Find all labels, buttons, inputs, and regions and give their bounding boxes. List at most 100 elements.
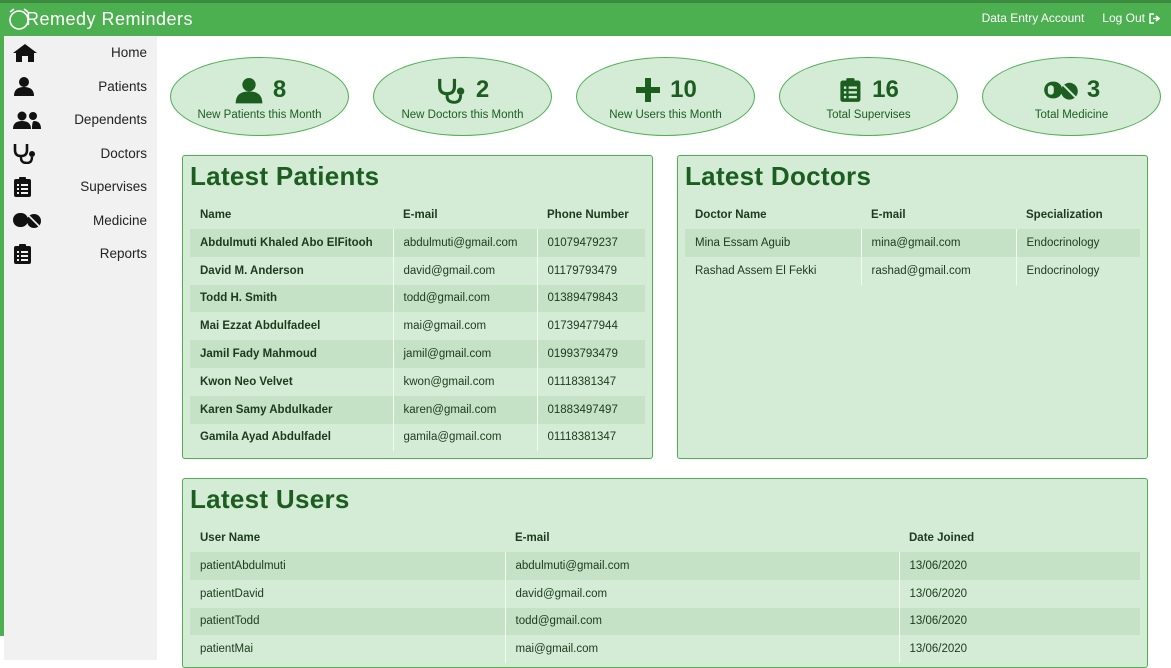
- patient-email: jamil@gmail.com: [393, 340, 538, 368]
- user-name: patientAbdulmuti: [190, 552, 506, 580]
- user-icon: [12, 74, 42, 98]
- table-row[interactable]: patientMai mai@gmail.com 13/06/2020: [190, 635, 1140, 664]
- table-row[interactable]: Kwon Neo Velvet kwon@gmail.com 01118381347: [190, 367, 645, 396]
- doctor-specialization: Endocrinology: [1026, 264, 1100, 277]
- stethoscope-icon: [437, 78, 465, 104]
- doctor-name: Mina Essam Aguib: [685, 229, 862, 257]
- patient-email: karen@gmail.com: [393, 395, 538, 424]
- sidebar-item-reports[interactable]: Reports: [4, 237, 157, 271]
- table-row[interactable]: Todd H. Smith todd@gmail.com 01389479843: [190, 284, 645, 313]
- stat-caption: New Doctors this Month: [401, 108, 524, 121]
- sidebar-item-supervises[interactable]: Supervises: [4, 170, 157, 204]
- stethoscope-icon: [12, 141, 42, 165]
- doctor-name: Rashad Assem El Fekki: [685, 256, 862, 285]
- sign-out-icon: [1149, 12, 1161, 24]
- column-header[interactable]: User Name: [190, 524, 505, 552]
- patient-name: Mai Ezzat Abdulfadeel: [190, 312, 394, 341]
- user-name: patientMai: [190, 635, 506, 664]
- doctor-email: mina@gmail.com: [861, 229, 1017, 257]
- stat-new-users[interactable]: 10 New Users this Month: [576, 57, 755, 136]
- patient-phone: 01883497497: [537, 395, 645, 424]
- panel-title: Latest Doctors: [685, 161, 872, 191]
- column-header[interactable]: Name: [190, 201, 393, 229]
- logout-label: Log Out: [1102, 11, 1145, 25]
- sidebar-item-patients[interactable]: Patients: [4, 70, 157, 104]
- sidebar-item-label: Reports: [99, 246, 147, 262]
- patient-name: Jamil Fady Mahmoud: [190, 340, 394, 368]
- patient-phone: 01739477944: [547, 320, 618, 333]
- sidebar-item-label: Doctors: [100, 145, 147, 161]
- account-link[interactable]: Data Entry Account: [982, 11, 1085, 25]
- sidebar-item-medicine[interactable]: Medicine: [4, 204, 157, 238]
- table-row[interactable]: patientAbdulmuti abdulmuti@gmail.com 13/06…: [190, 552, 1140, 580]
- column-header[interactable]: Doctor Name: [685, 201, 861, 229]
- user-icon: [235, 77, 263, 103]
- sidebar-item-label: Supervises: [80, 179, 147, 195]
- column-header[interactable]: Specialization: [1016, 201, 1140, 229]
- stat-value: 10: [670, 75, 697, 103]
- patient-email: abdulmuti@gmail.com: [393, 229, 538, 257]
- pills-icon: [12, 208, 42, 232]
- stat-new-patients[interactable]: 8 New Patients this Month: [170, 57, 349, 136]
- stat-new-doctors[interactable]: 2 New Doctors this Month: [373, 57, 552, 136]
- stat-total-supervises[interactable]: 16 Total Supervises: [779, 57, 958, 136]
- patient-phone: 01118381347: [547, 375, 617, 388]
- patient-phone: 01389479843: [537, 284, 645, 313]
- patient-email: gamila@gmail.com: [393, 423, 538, 452]
- table-row[interactable]: Rashad Assem El Fekki rashad@gmail.com End…: [685, 256, 1140, 285]
- table-row[interactable]: Mina Essam Aguib mina@gmail.com Endocrinol…: [685, 229, 1140, 257]
- user-date-joined: 13/06/2020: [899, 552, 1140, 580]
- table-row[interactable]: Gamila Ayad Abdulfadel gamila@gmail.com 01…: [190, 423, 645, 452]
- users-table: User Name E-mail Date Joined patientAbdu…: [190, 524, 1140, 664]
- patient-phone: 01179793479: [547, 264, 618, 277]
- stat-value: 2: [475, 75, 490, 103]
- user-date-joined: 13/06/2020: [909, 643, 968, 656]
- patient-phone: 01993793479: [537, 340, 645, 368]
- user-date-joined: 13/06/2020: [909, 587, 968, 600]
- table-row[interactable]: Jamil Fady Mahmoud jamil@gmail.com 0199379…: [190, 340, 645, 368]
- plus-icon: [636, 77, 661, 102]
- table-row[interactable]: Mai Ezzat Abdulfadeel mai@gmail.com 017394…: [190, 312, 645, 341]
- stat-caption: New Users this Month: [609, 108, 722, 121]
- table-row[interactable]: David M. Anderson david@gmail.com 01179793…: [190, 256, 645, 285]
- sidebar-item-label: Dependents: [74, 112, 147, 128]
- latest-patients-panel: Latest Patients Name E-mail Phone Number…: [182, 155, 653, 459]
- sidebar-item-home[interactable]: Home: [4, 36, 157, 70]
- column-header[interactable]: Date Joined: [899, 524, 1140, 552]
- brand-logo[interactable]: Remedy Reminders: [6, 6, 193, 32]
- table-row[interactable]: Karen Samy Abdulkader karen@gmail.com 0188…: [190, 395, 645, 424]
- latest-doctors-panel: Latest Doctors Doctor Name E-mail Specia…: [677, 155, 1148, 459]
- column-header[interactable]: E-mail: [505, 524, 899, 552]
- doctor-specialization: Endocrinology: [1016, 229, 1140, 257]
- sidebar-item-dependents[interactable]: Dependents: [4, 103, 157, 137]
- stat-value: 16: [872, 75, 899, 103]
- stat-total-medicine[interactable]: 3 Total Medicine: [982, 57, 1161, 136]
- sidebar-item-doctors[interactable]: Doctors: [4, 137, 157, 171]
- column-header[interactable]: E-mail: [861, 201, 1016, 229]
- clipboard-icon: [840, 77, 861, 102]
- stat-caption: Total Medicine: [1034, 108, 1109, 121]
- sidebar-item-label: Patients: [98, 78, 147, 94]
- user-name: patientDavid: [190, 579, 506, 608]
- users-icon: [12, 108, 42, 132]
- latest-users-panel: Latest Users User Name E-mail Date Joine…: [182, 478, 1148, 668]
- user-email: mai@gmail.com: [505, 635, 900, 664]
- patient-name: Todd H. Smith: [190, 284, 394, 313]
- column-header[interactable]: E-mail: [393, 201, 537, 229]
- panel-title: Latest Patients: [190, 161, 380, 191]
- table-row[interactable]: Abdulmuti Khaled Abo ElFitooh abdulmuti@g…: [190, 229, 645, 257]
- table-row[interactable]: patientTodd todd@gmail.com 13/06/2020: [190, 607, 1140, 636]
- table-row[interactable]: patientDavid david@gmail.com 13/06/2020: [190, 579, 1140, 608]
- logout-link[interactable]: Log Out: [1102, 11, 1161, 25]
- column-header[interactable]: Phone Number: [537, 201, 645, 229]
- stat-caption: Total Supervises: [826, 108, 911, 121]
- sidebar: Home Patients Dependents Doctors Supervi…: [4, 36, 157, 660]
- sidebar-item-label: Medicine: [92, 212, 147, 228]
- home-icon: [12, 41, 42, 65]
- brand-name: Remedy Reminders: [26, 8, 194, 29]
- patient-name: David M. Anderson: [190, 256, 394, 285]
- clipboard-icon: [12, 242, 42, 266]
- patient-email: david@gmail.com: [393, 256, 538, 285]
- patient-email: mai@gmail.com: [393, 312, 538, 341]
- user-email: abdulmuti@gmail.com: [505, 552, 900, 580]
